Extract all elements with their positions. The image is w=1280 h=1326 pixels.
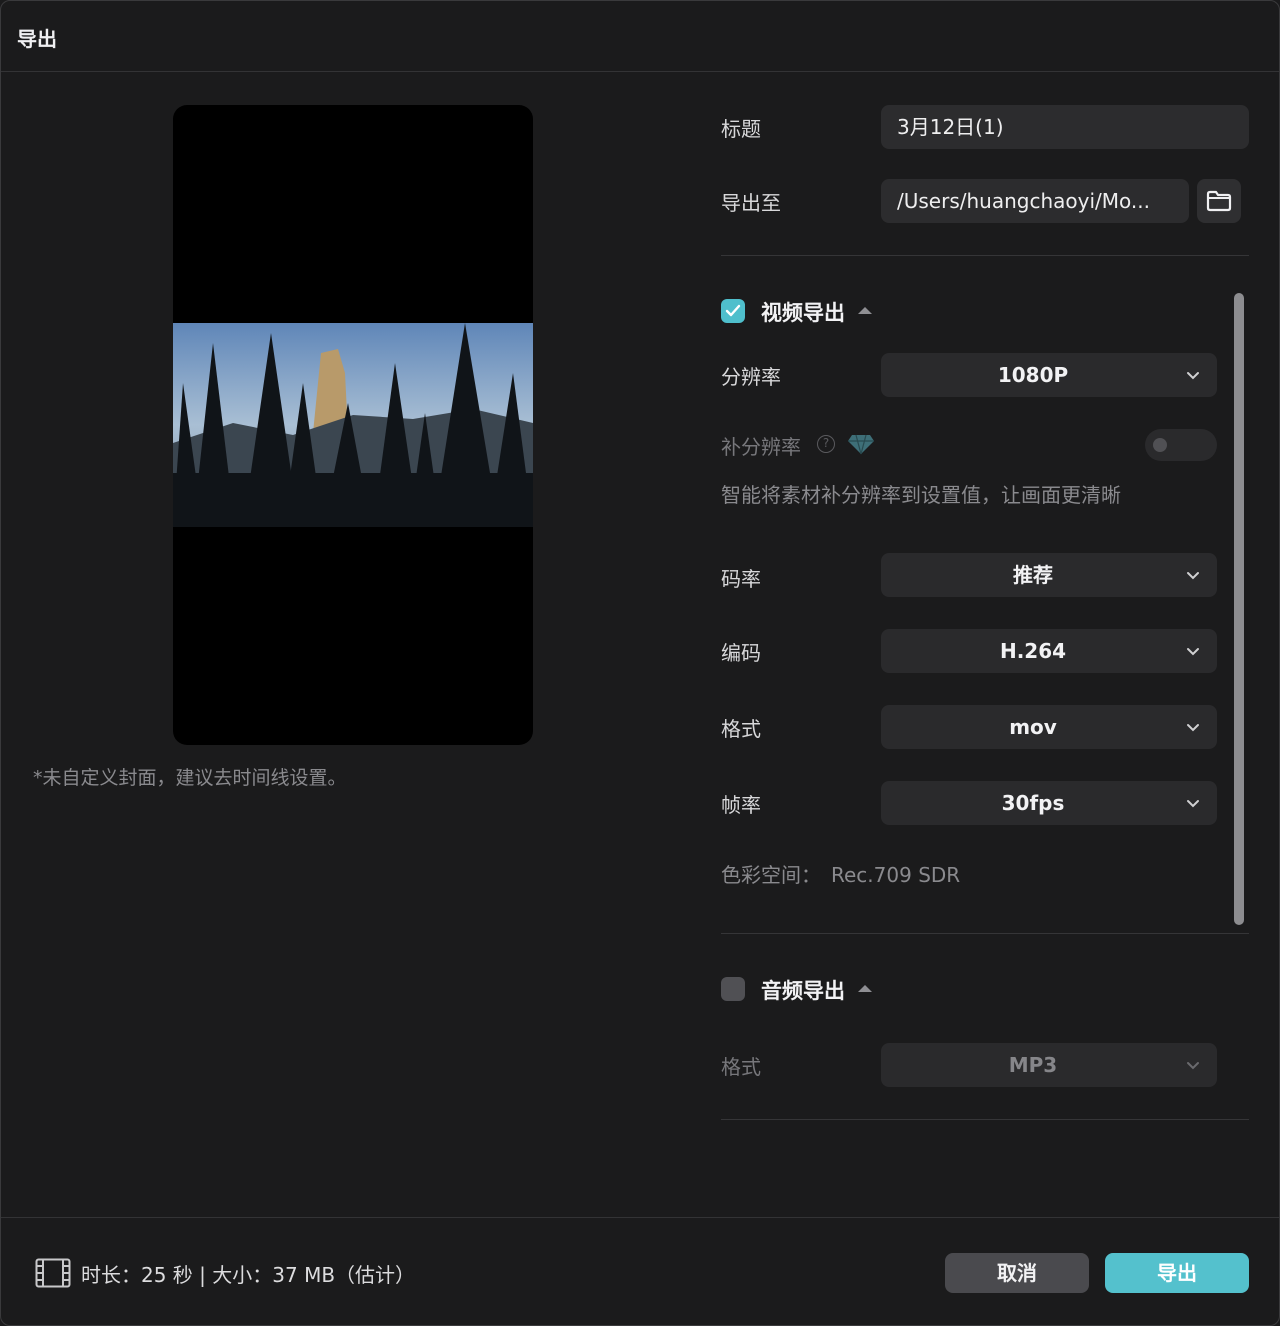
color-space-label: 色彩空间： xyxy=(721,863,821,887)
export-to-label: 导出至 xyxy=(721,191,781,215)
help-icon[interactable]: ? xyxy=(817,435,835,453)
divider-top xyxy=(721,255,1249,256)
framerate-value: 30fps xyxy=(1001,791,1065,815)
cancel-button[interactable]: 取消 xyxy=(945,1253,1089,1293)
color-space-value: Rec.709 SDR xyxy=(831,863,961,887)
audio-format-label: 格式 xyxy=(721,1055,761,1079)
chevron-down-icon xyxy=(1187,572,1199,580)
video-format-select[interactable]: mov xyxy=(881,705,1217,749)
export-button[interactable]: 导出 xyxy=(1105,1253,1249,1293)
title-label: 标题 xyxy=(721,117,761,141)
chevron-down-icon xyxy=(1187,724,1199,732)
chevron-down-icon xyxy=(1187,372,1199,380)
chevron-down-icon xyxy=(1187,800,1199,808)
premium-gem-icon xyxy=(848,434,874,455)
title-input[interactable]: 3月12日(1) xyxy=(881,105,1249,149)
collapse-audio-icon[interactable] xyxy=(858,985,872,992)
dialog-title: 导出 xyxy=(17,27,57,51)
bitrate-label: 码率 xyxy=(721,567,761,591)
framerate-select[interactable]: 30fps xyxy=(881,781,1217,825)
duration-size-info: 时长：25 秒 | 大小：37 MB（估计） xyxy=(81,1263,416,1287)
super-resolution-description: 智能将素材补分辨率到设置值，让画面更清晰 xyxy=(721,483,1121,507)
bitrate-value: 推荐 xyxy=(1013,563,1053,587)
framerate-label: 帧率 xyxy=(721,793,761,817)
audio-format-value: MP3 xyxy=(1008,1053,1058,1077)
color-space-info: 色彩空间： Rec.709 SDR xyxy=(721,859,960,888)
resolution-value: 1080P xyxy=(997,363,1069,387)
folder-icon xyxy=(1206,190,1232,212)
audio-export-title: 音频导出 xyxy=(761,979,845,1003)
video-format-value: mov xyxy=(1009,715,1057,739)
codec-select[interactable]: H.264 xyxy=(881,629,1217,673)
divider-middle xyxy=(721,933,1249,934)
super-resolution-toggle[interactable] xyxy=(1145,429,1217,461)
video-format-label: 格式 xyxy=(721,717,761,741)
film-icon xyxy=(35,1258,71,1288)
preview-frame-image xyxy=(173,323,533,527)
check-icon xyxy=(725,304,741,317)
codec-label: 编码 xyxy=(721,641,761,665)
export-dialog: 导出 *未自定义封面，建议去时间线设置。 标题 3月12日(1) 导出至 /Us… xyxy=(0,0,1280,1326)
audio-export-checkbox[interactable] xyxy=(721,977,745,1001)
title-bar: 导出 xyxy=(1,1,1279,72)
audio-format-select[interactable]: MP3 xyxy=(881,1043,1217,1087)
settings-scrollbar[interactable] xyxy=(1234,293,1244,925)
video-preview xyxy=(173,105,533,745)
browse-folder-button[interactable] xyxy=(1197,179,1241,223)
resolution-label: 分辨率 xyxy=(721,365,781,389)
cover-note: *未自定义封面，建议去时间线设置。 xyxy=(33,767,347,789)
chevron-down-icon xyxy=(1187,648,1199,656)
divider-bottom xyxy=(721,1119,1249,1120)
video-export-checkbox[interactable] xyxy=(721,299,745,323)
super-resolution-label: 补分辨率 xyxy=(721,435,801,459)
collapse-video-icon[interactable] xyxy=(858,307,872,314)
resolution-select[interactable]: 1080P xyxy=(881,353,1217,397)
video-export-title: 视频导出 xyxy=(761,301,845,325)
export-path-field[interactable]: /Users/huangchaoyi/Mo... xyxy=(881,179,1189,223)
chevron-down-icon xyxy=(1187,1062,1199,1070)
codec-value: H.264 xyxy=(999,639,1067,663)
toggle-knob xyxy=(1153,438,1167,452)
bitrate-select[interactable]: 推荐 xyxy=(881,553,1217,597)
